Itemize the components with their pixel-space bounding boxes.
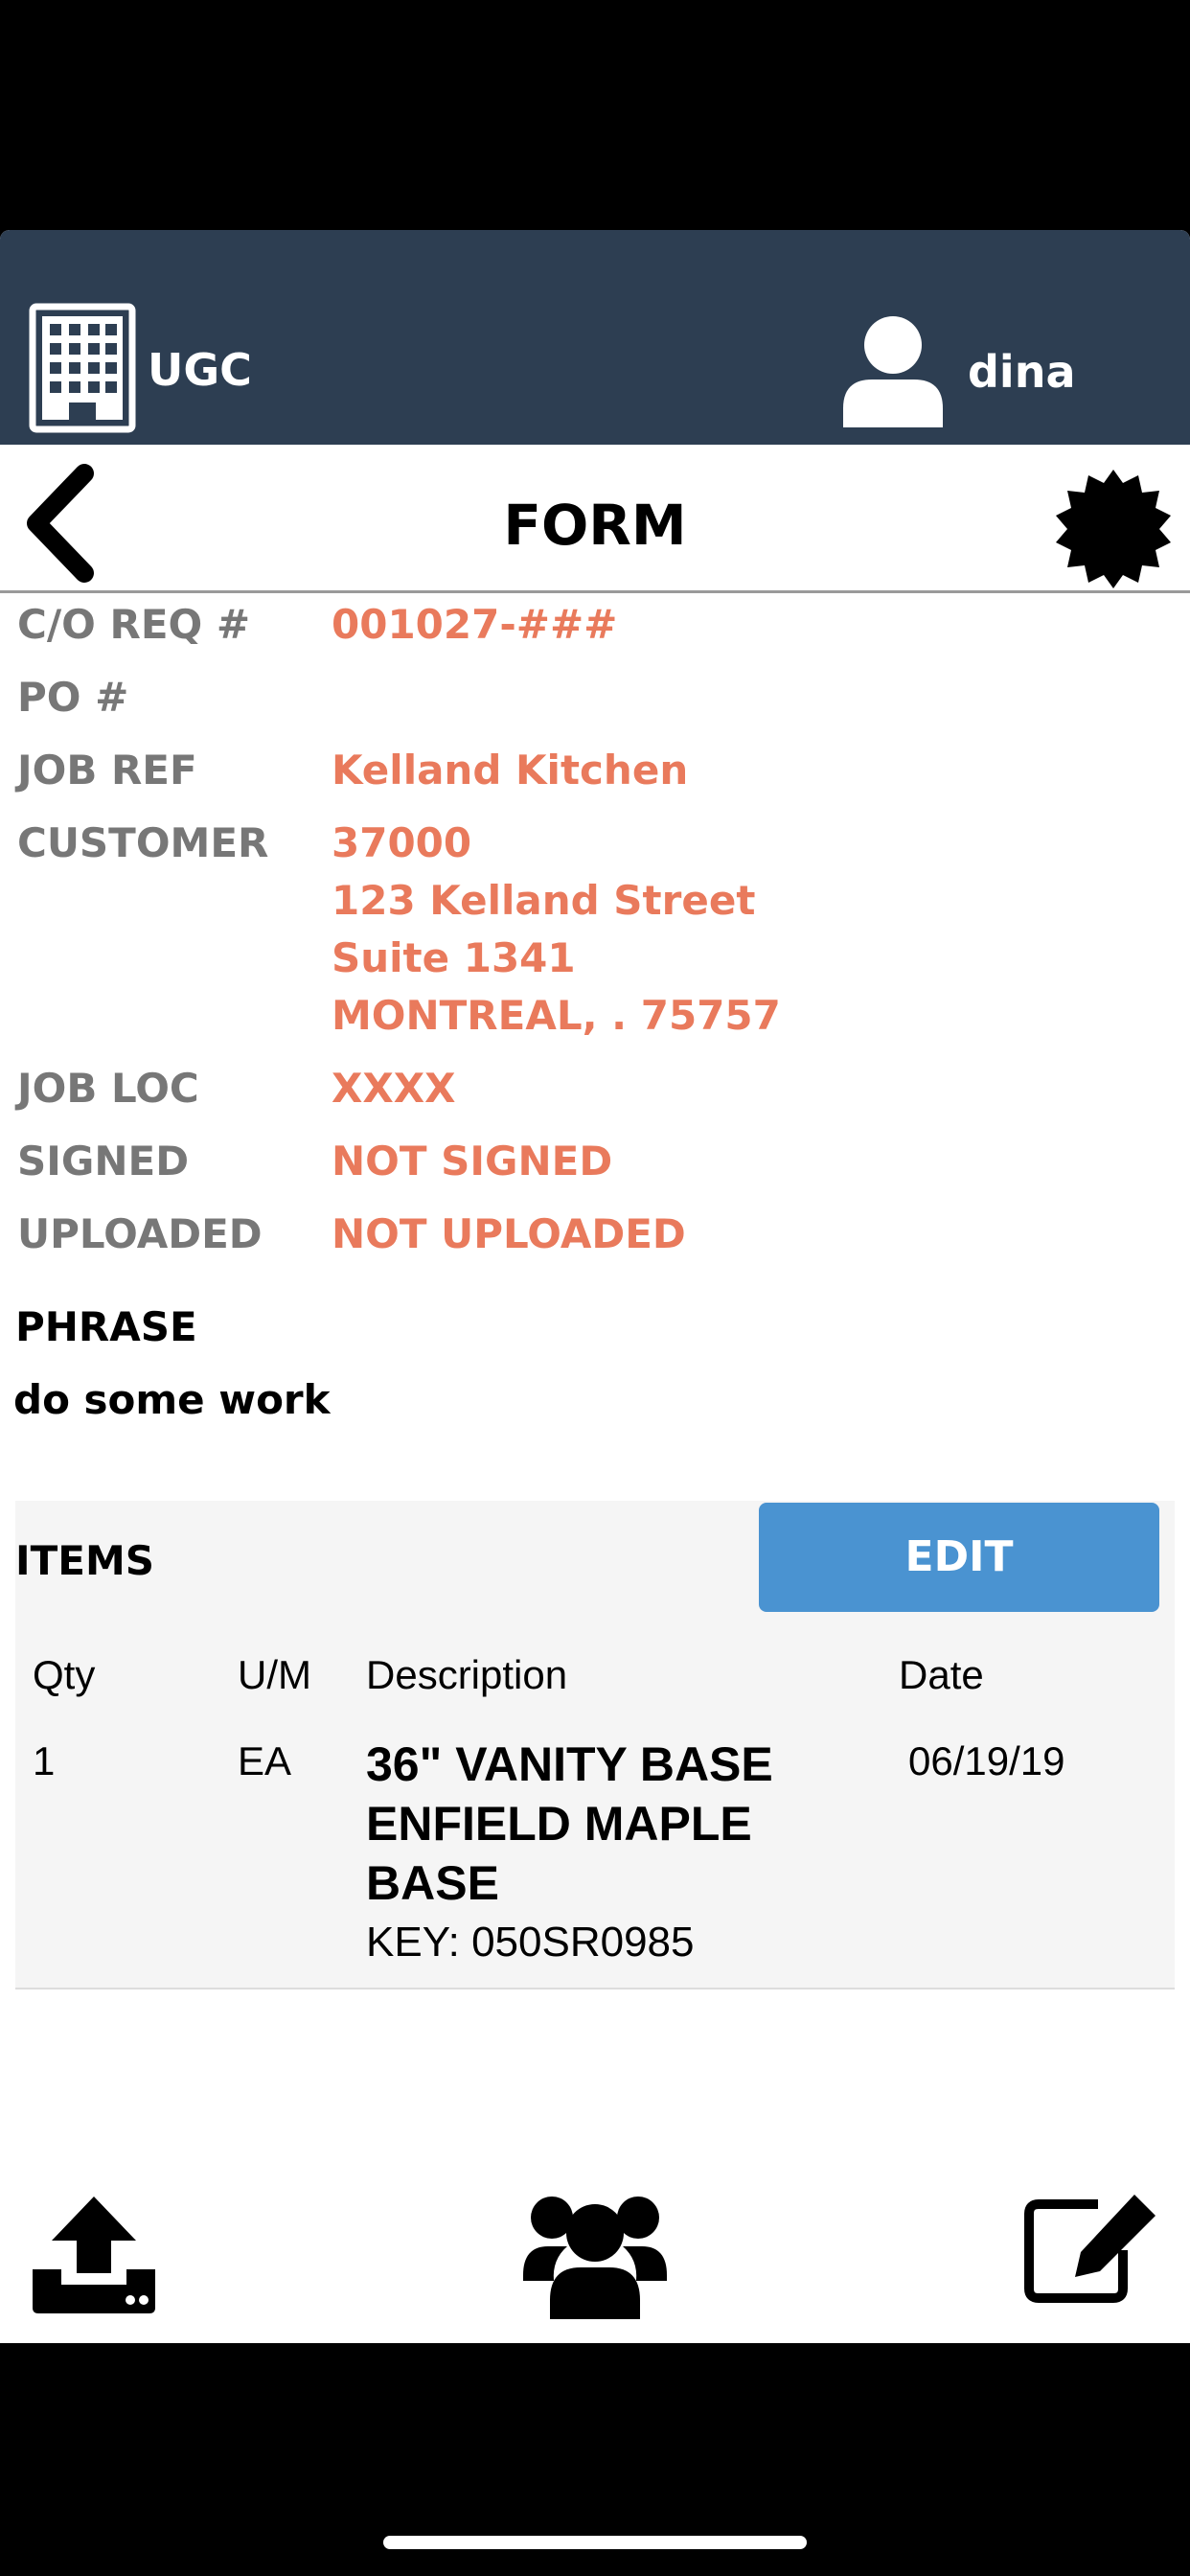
column-header-date: Date xyxy=(899,1652,984,1697)
column-header-um: U/M xyxy=(238,1652,311,1697)
customer-line: 123 Kelland Street xyxy=(332,877,756,924)
customer-line: 37000 xyxy=(332,819,472,866)
user-name: dina xyxy=(968,346,1076,398)
upload-icon[interactable] xyxy=(29,2195,159,2319)
header-bar: UGC dina xyxy=(0,230,1190,445)
building-icon xyxy=(29,303,136,437)
detail-label: CUSTOMER xyxy=(17,819,269,866)
bottom-toolbar xyxy=(0,2195,1190,2343)
detail-value: NOT SIGNED xyxy=(332,1138,613,1184)
user-menu[interactable]: dina xyxy=(839,312,1075,431)
detail-row-signed: SIGNED NOT SIGNED xyxy=(17,1133,1177,1190)
detail-label: UPLOADED xyxy=(17,1210,263,1257)
org-switcher[interactable]: UGC xyxy=(29,303,252,437)
page-title: FORM xyxy=(503,493,687,558)
customer-address: 37000 123 Kelland Street Suite 1341 MONT… xyxy=(332,815,781,1045)
items-heading: ITEMS xyxy=(15,1537,155,1584)
detail-label: JOB LOC xyxy=(17,1065,199,1112)
customer-line: Suite 1341 xyxy=(332,934,576,981)
phrase-text: do some work xyxy=(13,1376,331,1423)
edit-icon[interactable] xyxy=(1021,2191,1161,2310)
items-section: ITEMS EDIT Qty U/M Description Date 1 EA… xyxy=(15,1501,1175,1990)
detail-value: Kelland Kitchen xyxy=(332,747,689,794)
badge-gear-icon[interactable] xyxy=(1054,470,1173,592)
item-description: 36" VANITY BASE ENFIELD MAPLE BASE KEY: … xyxy=(366,1735,864,1966)
detail-label: PO # xyxy=(17,674,129,721)
detail-value: NOT UPLOADED xyxy=(332,1210,686,1257)
phrase-heading: PHRASE xyxy=(15,1303,197,1350)
detail-label: JOB REF xyxy=(17,747,197,794)
detail-row-customer: CUSTOMER 37000 123 Kelland Street Suite … xyxy=(17,815,1177,1045)
detail-row-job-loc: JOB LOC XXXX xyxy=(17,1060,1177,1117)
detail-label: SIGNED xyxy=(17,1138,190,1184)
column-header-qty: Qty xyxy=(33,1652,96,1697)
home-indicator[interactable] xyxy=(383,2536,807,2549)
nav-bar: FORM xyxy=(0,445,1190,593)
item-key: KEY: 050SR0985 xyxy=(366,1919,695,1966)
detail-row-po: PO # xyxy=(17,669,1177,726)
edit-button[interactable]: EDIT xyxy=(759,1503,1159,1612)
item-date: 06/19/19 xyxy=(908,1738,1065,1783)
column-header-description: Description xyxy=(366,1652,568,1697)
detail-label: C/O REQ # xyxy=(17,601,251,648)
detail-row-co-req: C/O REQ # 001027-### xyxy=(17,596,1177,654)
detail-value: 001027-### xyxy=(332,601,618,648)
users-icon[interactable] xyxy=(523,2193,667,2323)
form-details: C/O REQ # 001027-### PO # JOB REF Kellan… xyxy=(17,596,1177,1278)
org-name: UGC xyxy=(148,344,252,396)
app-screen: UGC dina FORM C/O REQ # 001027-### PO # … xyxy=(0,230,1190,2343)
user-icon xyxy=(839,312,947,431)
detail-row-uploaded: UPLOADED NOT UPLOADED xyxy=(17,1206,1177,1263)
item-um: EA xyxy=(238,1738,292,1783)
detail-row-job-ref: JOB REF Kelland Kitchen xyxy=(17,742,1177,799)
customer-line: MONTREAL, . 75757 xyxy=(332,992,781,1039)
item-description-text: 36" VANITY BASE ENFIELD MAPLE BASE xyxy=(366,1737,773,1910)
item-qty: 1 xyxy=(33,1738,56,1783)
detail-value: XXXX xyxy=(332,1065,456,1112)
